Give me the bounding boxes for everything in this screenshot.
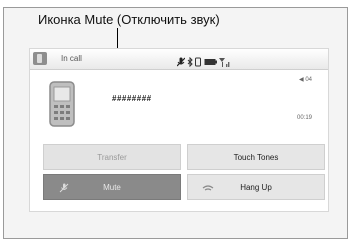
volume-indicator: ◀ 04	[299, 77, 312, 83]
transfer-button[interactable]: Transfer	[43, 144, 181, 170]
touch-tones-label: Touch Tones	[233, 152, 279, 162]
signal-icon	[219, 54, 231, 67]
phone-screen: In call ######## ◀ 04 00:19 Transfer Tou…	[29, 48, 329, 212]
status-title: In call	[61, 54, 82, 63]
mute-label: Mute	[103, 182, 121, 192]
hang-up-button[interactable]: Hang Up	[187, 174, 325, 200]
mute-icon	[176, 54, 186, 67]
bluetooth-icon	[187, 54, 193, 68]
battery-icon	[204, 54, 217, 65]
transfer-label: Transfer	[97, 152, 127, 162]
hfl-icon	[195, 54, 201, 67]
phone-icon	[49, 81, 75, 127]
phone-tab-icon[interactable]	[33, 52, 47, 65]
callout-label: Иконка Mute (Отключить звук)	[38, 12, 220, 27]
hang-up-icon	[202, 185, 214, 191]
status-bar: In call	[30, 49, 328, 70]
mute-button[interactable]: Mute	[43, 174, 181, 200]
microphone-off-icon	[59, 183, 69, 193]
caller-number: ########	[112, 94, 152, 103]
hang-up-label: Hang Up	[240, 182, 272, 192]
call-timer: 00:19	[296, 115, 312, 121]
touch-tones-button[interactable]: Touch Tones	[187, 144, 325, 170]
